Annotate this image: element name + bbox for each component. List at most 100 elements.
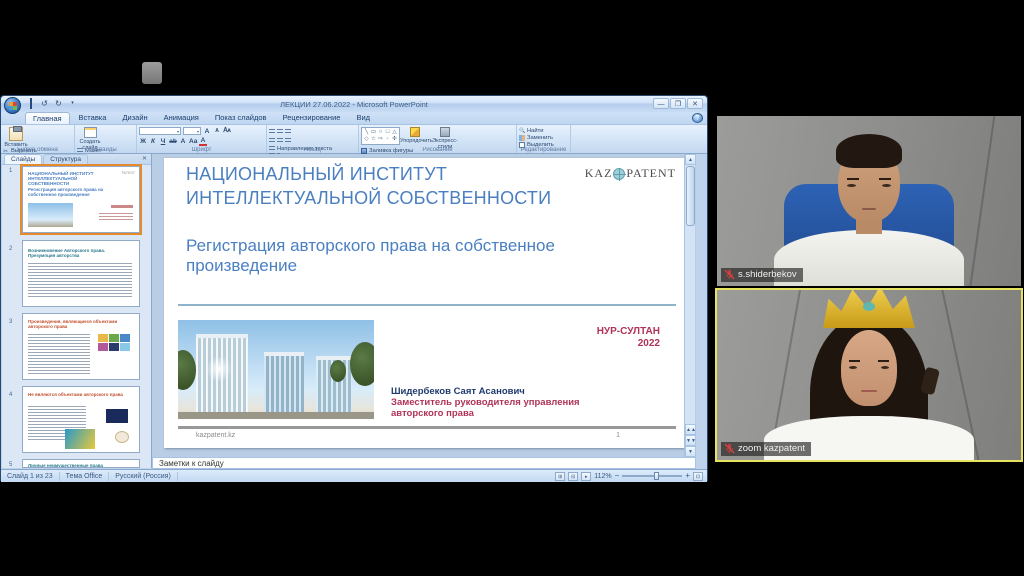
qat-dropdown[interactable]: ▾	[67, 98, 78, 109]
thumb-number: 1	[9, 168, 12, 174]
arrange-button[interactable]: Упорядочить	[400, 127, 430, 147]
new-slide-icon	[84, 127, 97, 138]
scroll-up-icon[interactable]: ▲	[685, 154, 696, 165]
replace-button[interactable]: Заменить	[519, 135, 554, 141]
align-left-icon[interactable]	[269, 138, 275, 144]
city-year[interactable]: НУР-СУЛТАН 2022	[597, 326, 660, 350]
slide-workspace: НАЦИОНАЛЬНЫЙ ИНСТИТУТ ИНТЕЛЛЕКТУАЛЬНОЙ С…	[152, 154, 696, 457]
scroll-down-icon[interactable]: ▼	[685, 446, 696, 457]
tab-slides[interactable]: Слайды	[4, 154, 42, 164]
participant-name: zoom kazpatent	[738, 443, 805, 454]
help-button[interactable]: ?	[692, 113, 703, 123]
participant-video-1[interactable]: s.shiderbekov	[717, 116, 1021, 286]
status-theme[interactable]: Тема Office	[60, 472, 110, 481]
group-drawing: ╲▭○□△◇☆⇨◦✣ Упорядочить Экспресс-стили За…	[359, 125, 517, 153]
tab-home[interactable]: Главная	[25, 112, 70, 124]
undo-button[interactable]: ↺	[39, 98, 50, 109]
tab-view[interactable]: Вид	[349, 112, 377, 124]
shrink-font-button[interactable]: А	[213, 128, 221, 134]
normal-view-button[interactable]: ⊞	[555, 472, 565, 481]
thumb-number: 3	[9, 319, 12, 325]
tab-review[interactable]: Рецензирование	[276, 112, 348, 124]
status-language[interactable]: Русский (Россия)	[109, 472, 178, 481]
participant-nametag: s.shiderbekov	[721, 268, 803, 282]
window-controls: — ❐ ✕	[653, 98, 703, 109]
shadow-button[interactable]: А	[179, 138, 187, 145]
status-slide-info[interactable]: Слайд 1 из 23	[1, 472, 60, 481]
vertical-scrollbar[interactable]: ▲ ▲▲ ▼▼ ▼	[684, 154, 695, 457]
author-block[interactable]: Шидербеков Саят Асанович Заместитель рук…	[391, 386, 580, 419]
participant-nametag: zoom kazpatent	[721, 442, 811, 456]
tab-design[interactable]: Дизайн	[115, 112, 154, 124]
font-size-combobox[interactable]: ▾	[183, 127, 201, 135]
office-button[interactable]	[4, 97, 21, 114]
notes-area[interactable]: Заметки к слайду	[152, 457, 696, 469]
slide-sorter-button[interactable]: ⊟	[568, 472, 578, 481]
thumbnail-slide-4[interactable]: Не являются объектами авторского права	[22, 386, 140, 453]
ribbon-tab-row: Главная Вставка Дизайн Анимация Показ сл…	[1, 112, 707, 124]
quick-styles-button[interactable]: Экспресс-стили	[430, 127, 460, 147]
italic-button[interactable]: К	[149, 138, 157, 145]
bullets-icon[interactable]	[269, 129, 275, 135]
participant-video-2-active[interactable]: zoom kazpatent	[715, 288, 1023, 462]
zoom-out-button[interactable]: −	[615, 472, 620, 480]
shapes-gallery[interactable]: ╲▭○□△◇☆⇨◦✣	[361, 127, 400, 145]
thumbnail-slide-2[interactable]: Возникновение Авторского права. Презумпц…	[22, 240, 140, 307]
building	[196, 338, 248, 412]
grow-font-button[interactable]: А	[203, 128, 211, 135]
strikethrough-button[interactable]: ab	[169, 138, 177, 145]
headdress-jewel	[863, 302, 875, 311]
scrollbar-thumb[interactable]	[686, 166, 695, 226]
zoom-knob[interactable]	[654, 472, 659, 480]
indent-icon[interactable]	[285, 129, 291, 135]
tab-outline[interactable]: Структура	[43, 154, 88, 164]
tab-insert[interactable]: Вставка	[72, 112, 114, 124]
current-slide[interactable]: НАЦИОНАЛЬНЫЙ ИНСТИТУТ ИНТЕЛЛЕКТУАЛЬНОЙ С…	[164, 158, 690, 448]
zoom-slider[interactable]	[622, 475, 682, 477]
thumbnail-slide-3[interactable]: Произведения, являющиеся объектами автор…	[22, 313, 140, 380]
save-button[interactable]	[25, 98, 36, 109]
thumbnail-slide-5[interactable]: Личные неимущественные права	[22, 459, 140, 468]
new-slide-button[interactable]: Создать слайд	[77, 127, 103, 147]
clear-formatting-button[interactable]: 🗛	[223, 127, 231, 135]
hair	[836, 134, 902, 168]
redo-button[interactable]: ↻	[53, 98, 64, 109]
tab-slideshow[interactable]: Показ слайдов	[208, 112, 274, 124]
slideshow-button[interactable]: ▸	[581, 472, 591, 481]
fit-to-window-button[interactable]: ⊡	[693, 472, 703, 481]
numbering-icon[interactable]	[277, 129, 283, 135]
ribbon: Вставить Вырезать Копировать Формат по о…	[1, 124, 707, 154]
zoom-in-button[interactable]: +	[685, 472, 690, 480]
tab-animations[interactable]: Анимация	[157, 112, 206, 124]
building	[264, 356, 304, 412]
panel-close-icon[interactable]: ✕	[138, 154, 151, 164]
status-bar: Слайд 1 из 23 Тема Office Русский (Росси…	[1, 469, 707, 482]
mini-images	[106, 409, 132, 423]
slide-title[interactable]: НАЦИОНАЛЬНЫЙ ИНСТИТУТ ИНТЕЛЛЕКТУАЛЬНОЙ С…	[186, 162, 586, 210]
find-button[interactable]: Найти	[519, 128, 554, 134]
zoom-level[interactable]: 112%	[594, 473, 611, 480]
muted-mic-icon	[724, 269, 735, 280]
bold-button[interactable]: Ж	[139, 138, 147, 145]
thumbnail-slide-1[interactable]: НАЦИОНАЛЬНЫЙ ИНСТИТУТ ИНТЕЛЛЕКТУАЛЬНОЙ С…	[22, 166, 140, 233]
font-name-combobox[interactable]: ▾	[139, 127, 181, 135]
buildings-photo[interactable]	[178, 320, 374, 419]
status-right-controls: ⊞ ⊟ ▸ 112% − + ⊡	[555, 472, 707, 481]
tree	[330, 360, 346, 382]
ground	[178, 412, 374, 419]
close-button[interactable]: ✕	[687, 98, 703, 109]
slide-page-number: 1	[616, 432, 620, 439]
arrange-icon	[410, 127, 420, 137]
underline-button[interactable]: Ч	[159, 138, 167, 145]
restore-button[interactable]: ❐	[670, 98, 686, 109]
minimize-button[interactable]: —	[653, 98, 669, 109]
align-right-icon[interactable]	[285, 138, 291, 144]
slide-subtitle[interactable]: Регистрация авторского права на собствен…	[186, 236, 606, 276]
paste-button[interactable]: Вставить	[3, 127, 29, 147]
font-color-button[interactable]: А	[199, 137, 207, 146]
previous-slide-button[interactable]: ▲▲	[685, 424, 696, 435]
change-case-button[interactable]: Аа	[189, 138, 197, 145]
participant-name: s.shiderbekov	[738, 269, 797, 280]
next-slide-button[interactable]: ▼▼	[685, 435, 696, 446]
align-center-icon[interactable]	[277, 138, 283, 144]
